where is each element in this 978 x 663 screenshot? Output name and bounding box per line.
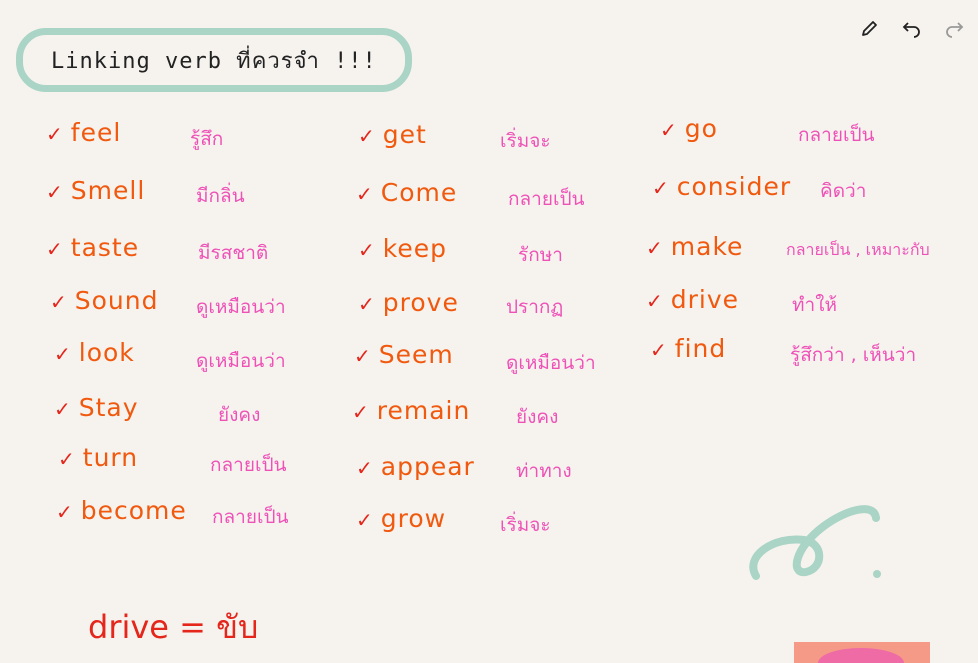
verb-en: feel — [70, 118, 122, 147]
verb-th: คิดว่า — [820, 180, 867, 202]
verb-th: มีรสชาติ — [198, 242, 269, 264]
note-text: drive = ขับ — [88, 608, 259, 646]
check-icon: ✓ — [354, 344, 371, 368]
check-icon: ✓ — [356, 456, 373, 480]
check-icon: ✓ — [358, 292, 375, 316]
list-item: ✓ Stay — [54, 393, 139, 422]
verb-th: ท่าทาง — [516, 460, 572, 482]
list-item: ✓ keep — [358, 234, 447, 263]
verb-en: Seem — [378, 340, 454, 369]
check-icon: ✓ — [46, 180, 63, 204]
verb-th: มีกลิ่น — [196, 185, 245, 207]
verb-th: กลายเป็น — [212, 506, 289, 528]
thumbnail-shape — [818, 648, 904, 663]
check-icon: ✓ — [58, 447, 75, 471]
verb-th: กลายเป็น — [210, 454, 287, 476]
verb-th: รู้สึกว่า , เห็นว่า — [790, 344, 917, 366]
verb-en: consider — [676, 172, 792, 201]
list-item: ✓ prove — [358, 288, 459, 317]
redo-icon[interactable] — [940, 14, 968, 42]
scribble-drawing — [749, 505, 881, 580]
verb-en: Come — [380, 178, 458, 207]
check-icon: ✓ — [652, 176, 669, 200]
list-item: ✓ appear — [356, 452, 475, 481]
check-icon: ✓ — [646, 289, 663, 313]
verb-th: รู้สึก — [190, 128, 224, 150]
verb-th: ดูเหมือนว่า — [196, 296, 286, 318]
verb-en: look — [78, 338, 135, 367]
list-item: ✓ taste — [46, 233, 139, 262]
check-icon: ✓ — [46, 122, 63, 146]
verb-en: Stay — [78, 393, 139, 422]
verb-th: กลายเป็น — [508, 188, 585, 210]
verb-th: ทำให้ — [792, 294, 837, 316]
verb-th: ดูเหมือนว่า — [196, 350, 286, 372]
list-item: ✓ make — [646, 232, 743, 261]
verb-en: taste — [70, 233, 140, 262]
verb-en: prove — [382, 288, 459, 317]
list-item: ✓ Seem — [354, 340, 454, 369]
list-item: ✓ become — [56, 496, 187, 525]
verb-th: รักษา — [518, 244, 563, 266]
list-item: ✓ find — [650, 334, 726, 363]
verb-en: find — [674, 334, 727, 363]
verb-th: กลายเป็น — [798, 124, 875, 146]
pencil-icon[interactable] — [856, 14, 884, 42]
list-item: ✓ get — [358, 120, 427, 149]
check-icon: ✓ — [56, 500, 73, 524]
title-frame: Linking verb ที่ควรจำ !!! — [16, 28, 412, 92]
verb-th: เริ่มจะ — [500, 130, 551, 152]
list-item: ✓ Come — [356, 178, 457, 207]
check-icon: ✓ — [358, 238, 375, 262]
undo-icon[interactable] — [898, 14, 926, 42]
verb-th: ปรากฏ — [506, 296, 564, 318]
list-item: ✓ remain — [352, 396, 470, 425]
check-icon: ✓ — [54, 397, 71, 421]
check-icon: ✓ — [352, 400, 369, 424]
verb-en: grow — [380, 504, 447, 533]
verb-en: turn — [82, 443, 139, 472]
verb-th: กลายเป็น , เหมาะกับ — [786, 240, 930, 259]
verb-en: go — [684, 114, 718, 143]
list-item: ✓ Sound — [50, 286, 159, 315]
verb-en: Sound — [74, 286, 159, 315]
toolbar — [856, 14, 968, 42]
verb-en: become — [80, 496, 187, 525]
verb-th: ยังคง — [218, 404, 261, 426]
verb-th: เริ่มจะ — [500, 514, 551, 536]
list-item: ✓ look — [54, 338, 135, 367]
check-icon: ✓ — [646, 236, 663, 260]
check-icon: ✓ — [356, 508, 373, 532]
verb-th: ดูเหมือนว่า — [506, 352, 596, 374]
check-icon: ✓ — [650, 338, 667, 362]
verb-en: appear — [380, 452, 475, 481]
list-item: ✓ go — [660, 114, 718, 143]
verb-th: ยังคง — [516, 406, 559, 428]
list-item: ✓ feel — [46, 118, 121, 147]
check-icon: ✓ — [358, 124, 375, 148]
page-title: Linking verb ที่ควรจำ !!! — [51, 48, 377, 74]
thumbnail-preview[interactable] — [794, 642, 930, 663]
check-icon: ✓ — [54, 342, 71, 366]
verb-en: drive — [670, 285, 740, 314]
list-item: ✓ turn — [58, 443, 138, 472]
check-icon: ✓ — [660, 118, 677, 142]
verb-en: remain — [376, 396, 471, 425]
check-icon: ✓ — [46, 237, 63, 261]
list-item: ✓ grow — [356, 504, 446, 533]
list-item: ✓ drive — [646, 285, 739, 314]
verb-en: make — [670, 232, 744, 261]
check-icon: ✓ — [356, 182, 373, 206]
check-icon: ✓ — [50, 290, 67, 314]
list-item: ✓ consider — [652, 172, 791, 201]
list-item: ✓ Smell — [46, 176, 145, 205]
verb-en: Smell — [70, 176, 146, 205]
verb-en: get — [382, 120, 427, 149]
verb-en: keep — [382, 234, 447, 263]
